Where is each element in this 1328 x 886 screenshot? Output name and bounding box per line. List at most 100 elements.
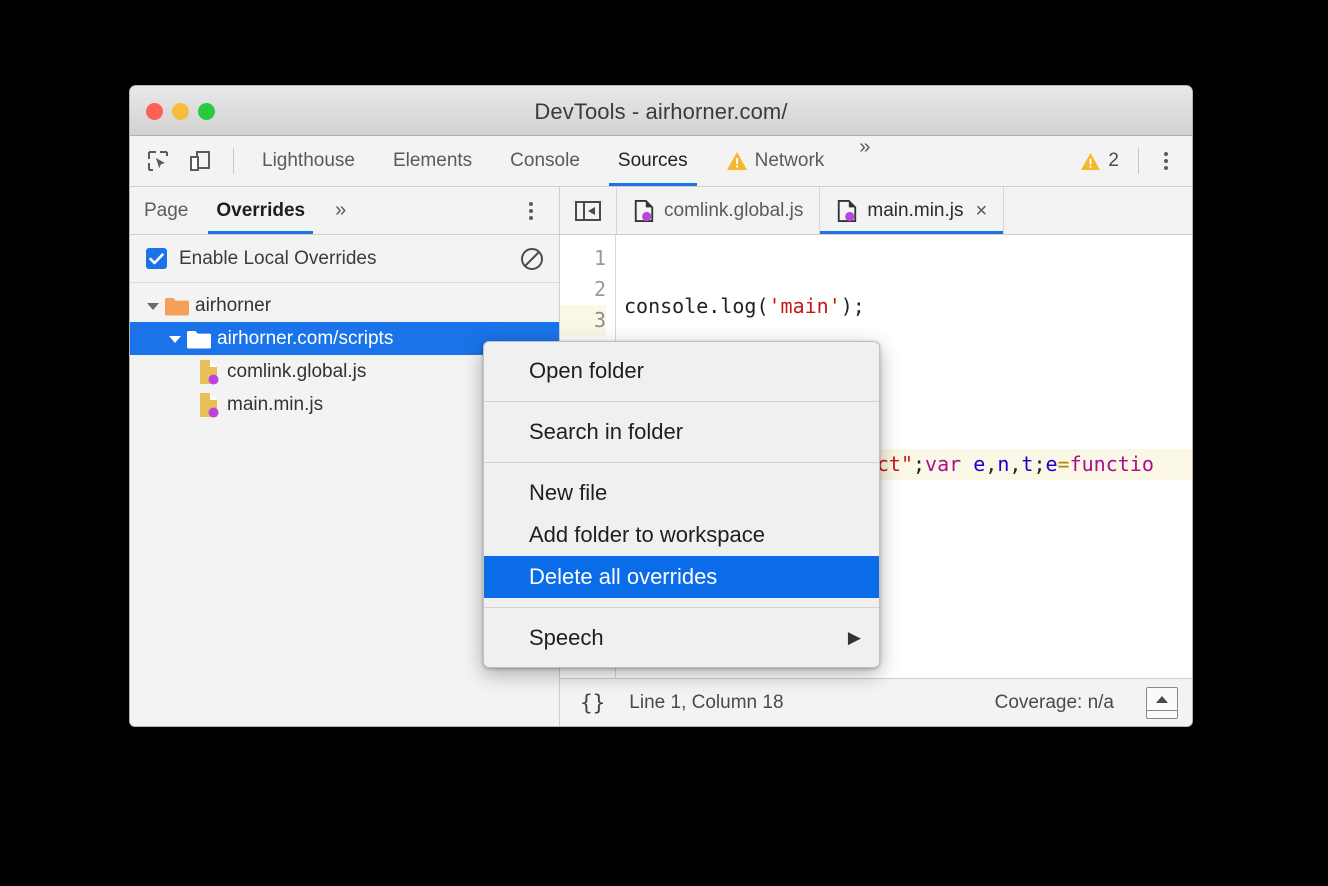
context-menu-item-label: Add folder to workspace <box>529 522 765 548</box>
line-number: 1 <box>560 243 606 274</box>
code-token: e <box>1046 452 1058 476</box>
panel-tab-list: Lighthouse Elements Console Sources <box>243 136 884 186</box>
context-menu-group-2: Search in folder <box>484 408 879 456</box>
context-menu-item-label: Open folder <box>529 358 644 384</box>
code-line-1: console.log('main'); <box>616 291 1192 322</box>
context-menu: Open folder Search in folder New file Ad… <box>483 341 880 668</box>
coverage-label: Coverage: n/a <box>995 692 1114 714</box>
navigator-tab-bar: Page Overrides » <box>130 187 559 235</box>
enable-local-overrides-checkbox[interactable] <box>146 248 167 269</box>
tab-sources-label: Sources <box>618 150 688 172</box>
clear-configuration-icon[interactable] <box>519 246 545 272</box>
context-menu-item-speech[interactable]: Speech ▶ <box>484 617 879 659</box>
window-title: DevTools - airhorner.com/ <box>130 99 1192 125</box>
show-navigator-icon[interactable] <box>560 187 617 234</box>
code-token: , <box>1009 452 1021 476</box>
tab-elements[interactable]: Elements <box>374 136 491 186</box>
tab-console[interactable]: Console <box>491 136 599 186</box>
context-menu-separator <box>484 401 879 402</box>
warning-count-badge[interactable]: 2 <box>1070 150 1129 172</box>
toolbar-icon-group <box>130 143 243 179</box>
code-token: t <box>1021 452 1033 476</box>
code-token: ; <box>1033 452 1045 476</box>
close-tab-icon[interactable]: × <box>975 201 987 221</box>
code-token: ); <box>841 294 865 318</box>
navigator-tab-overrides-label: Overrides <box>216 200 305 222</box>
editor-tab-main-min-js-label: main.min.js <box>867 200 963 222</box>
context-menu-item-open-folder[interactable]: Open folder <box>484 350 879 392</box>
context-menu-item-label: Delete all overrides <box>529 564 717 590</box>
js-file-override-icon <box>633 199 655 223</box>
submenu-arrow-icon: ▶ <box>848 628 861 648</box>
toolbar-divider-right <box>1138 148 1139 174</box>
enable-local-overrides-label: Enable Local Overrides <box>179 248 377 270</box>
warning-triangle-icon <box>726 151 748 171</box>
tab-lighthouse-label: Lighthouse <box>262 150 355 172</box>
code-token: 'main' <box>769 294 841 318</box>
show-drawer-icon[interactable] <box>1146 687 1178 719</box>
context-menu-item-search-in-folder[interactable]: Search in folder <box>484 411 879 453</box>
js-file-override-icon <box>196 358 222 386</box>
code-token: n <box>997 452 1009 476</box>
context-menu-group-1: Open folder <box>484 347 879 395</box>
context-menu-item-label: Search in folder <box>529 419 683 445</box>
kebab-menu-icon[interactable] <box>1148 143 1184 179</box>
code-token <box>961 452 973 476</box>
tree-row-main-min-js-label: main.min.js <box>227 394 323 416</box>
context-menu-item-add-folder-to-workspace[interactable]: Add folder to workspace <box>484 514 879 556</box>
context-menu-separator <box>484 607 879 608</box>
line-number: 3 <box>560 305 606 336</box>
tab-sources[interactable]: Sources <box>599 136 707 186</box>
folder-orange-icon <box>164 295 190 317</box>
code-token: = <box>1058 452 1070 476</box>
folder-white-icon <box>186 328 212 350</box>
tree-row-airhorner-com-scripts-label: airhorner.com/scripts <box>217 328 393 350</box>
context-menu-item-new-file[interactable]: New file <box>484 472 879 514</box>
navigator-tab-page-label: Page <box>144 200 188 222</box>
code-token: var <box>925 452 961 476</box>
enable-local-overrides-row[interactable]: Enable Local Overrides <box>130 235 559 283</box>
context-menu-item-label: Speech <box>529 625 604 651</box>
tree-row-airhorner-label: airhorner <box>195 295 271 317</box>
editor-tab-comlink-global-js[interactable]: comlink.global.js <box>617 187 820 234</box>
tab-network[interactable]: Network <box>707 136 844 186</box>
navigator-kebab-menu-icon[interactable] <box>513 193 549 229</box>
warning-triangle-icon <box>1080 152 1101 171</box>
code-token: , <box>985 452 997 476</box>
navigator-tab-overrides[interactable]: Overrides <box>202 187 319 234</box>
warning-count-value: 2 <box>1108 150 1119 172</box>
context-menu-separator <box>484 462 879 463</box>
tree-row-airhorner[interactable]: airhorner <box>130 289 559 322</box>
tab-console-label: Console <box>510 150 580 172</box>
code-token: e <box>973 452 985 476</box>
cursor-position-label: Line 1, Column 18 <box>629 692 783 714</box>
code-token: console.log( <box>624 294 769 318</box>
editor-tab-bar: comlink.global.js main.min.js × <box>560 187 1192 235</box>
context-menu-group-3: New file Add folder to workspace Delete … <box>484 469 879 601</box>
chevron-down-icon[interactable] <box>164 334 186 344</box>
code-token: functio <box>1070 452 1154 476</box>
tree-row-comlink-global-js-label: comlink.global.js <box>227 361 366 383</box>
more-panels-button[interactable]: » <box>843 136 884 186</box>
editor-status-bar: {} Line 1, Column 18 Coverage: n/a <box>560 678 1192 727</box>
js-file-override-icon <box>196 391 222 419</box>
tab-network-label: Network <box>755 150 825 172</box>
code-token: ; <box>913 452 925 476</box>
devtools-main-toolbar: Lighthouse Elements Console Sources <box>130 136 1192 187</box>
window-titlebar: DevTools - airhorner.com/ <box>130 86 1192 136</box>
inspect-element-icon[interactable] <box>140 143 176 179</box>
context-menu-group-4: Speech ▶ <box>484 614 879 662</box>
tab-lighthouse[interactable]: Lighthouse <box>243 136 374 186</box>
line-number: 2 <box>560 274 606 305</box>
navigator-tab-page[interactable]: Page <box>130 187 202 234</box>
tab-elements-label: Elements <box>393 150 472 172</box>
context-menu-item-delete-all-overrides[interactable]: Delete all overrides <box>484 556 879 598</box>
device-toolbar-icon[interactable] <box>182 143 218 179</box>
editor-tab-main-min-js[interactable]: main.min.js × <box>820 187 1004 234</box>
pretty-print-icon[interactable]: {} <box>574 691 611 715</box>
toolbar-divider <box>233 148 234 174</box>
chevron-down-icon[interactable] <box>142 301 164 311</box>
navigator-more-tabs-button[interactable]: » <box>319 199 360 222</box>
context-menu-item-label: New file <box>529 480 607 506</box>
editor-tab-comlink-global-js-label: comlink.global.js <box>664 200 803 222</box>
